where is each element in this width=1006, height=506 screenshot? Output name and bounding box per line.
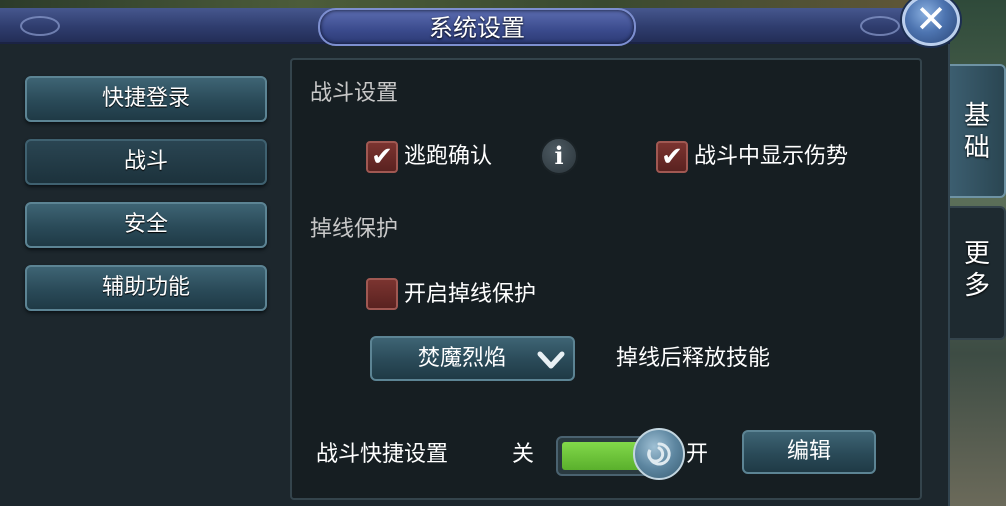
disconnect-protect-label: 开启掉线保护	[404, 282, 537, 307]
tab-more-label: 更多	[964, 239, 991, 301]
toggle-on-label: 开	[686, 442, 709, 467]
close-icon: ✕	[915, 0, 947, 41]
info-icon-glyph: i	[554, 141, 564, 170]
tab-basic-label: 基础	[964, 101, 991, 163]
nav-item-quick-login[interactable]: 快捷登录	[25, 76, 267, 122]
escape-confirm-checkbox[interactable]: ✔	[366, 141, 398, 173]
chevron-down-icon	[537, 351, 565, 369]
nav-item-security[interactable]: 安全	[25, 202, 267, 248]
disconnect-protect-checkbox[interactable]	[366, 278, 398, 310]
nav-item-accessibility[interactable]: 辅助功能	[25, 265, 267, 311]
quick-battle-label: 战斗快捷设置	[316, 442, 449, 467]
skill-dropdown-value: 焚魔烈焰	[418, 346, 507, 371]
tab-more[interactable]: 更多	[950, 206, 1006, 340]
swirl-icon	[647, 442, 671, 466]
show-injury-label: 战斗中显示伤势	[694, 144, 849, 169]
tab-basic[interactable]: 基础	[950, 64, 1006, 198]
section-title-disconnect: 掉线保护	[310, 217, 399, 242]
checkmark-icon: ✔	[661, 142, 683, 172]
info-icon[interactable]: i	[540, 137, 578, 175]
edit-button[interactable]: 编辑	[742, 430, 876, 474]
escape-confirm-label: 逃跑确认	[404, 144, 493, 169]
title-bar: 系统设置	[0, 8, 950, 46]
title-ornament-right	[860, 16, 900, 36]
toggle-knob[interactable]	[633, 428, 685, 480]
toggle-off-label: 关	[512, 442, 535, 467]
nav-item-battle[interactable]: 战斗	[25, 139, 267, 185]
section-title-battle: 战斗设置	[310, 81, 399, 106]
window-title: 系统设置	[429, 14, 525, 42]
skill-dropdown[interactable]: 焚魔烈焰	[370, 336, 575, 381]
skill-description: 掉线后释放技能	[616, 346, 771, 371]
checkmark-icon: ✔	[371, 142, 393, 172]
show-injury-checkbox[interactable]: ✔	[656, 141, 688, 173]
title-ornament-left	[20, 16, 60, 36]
